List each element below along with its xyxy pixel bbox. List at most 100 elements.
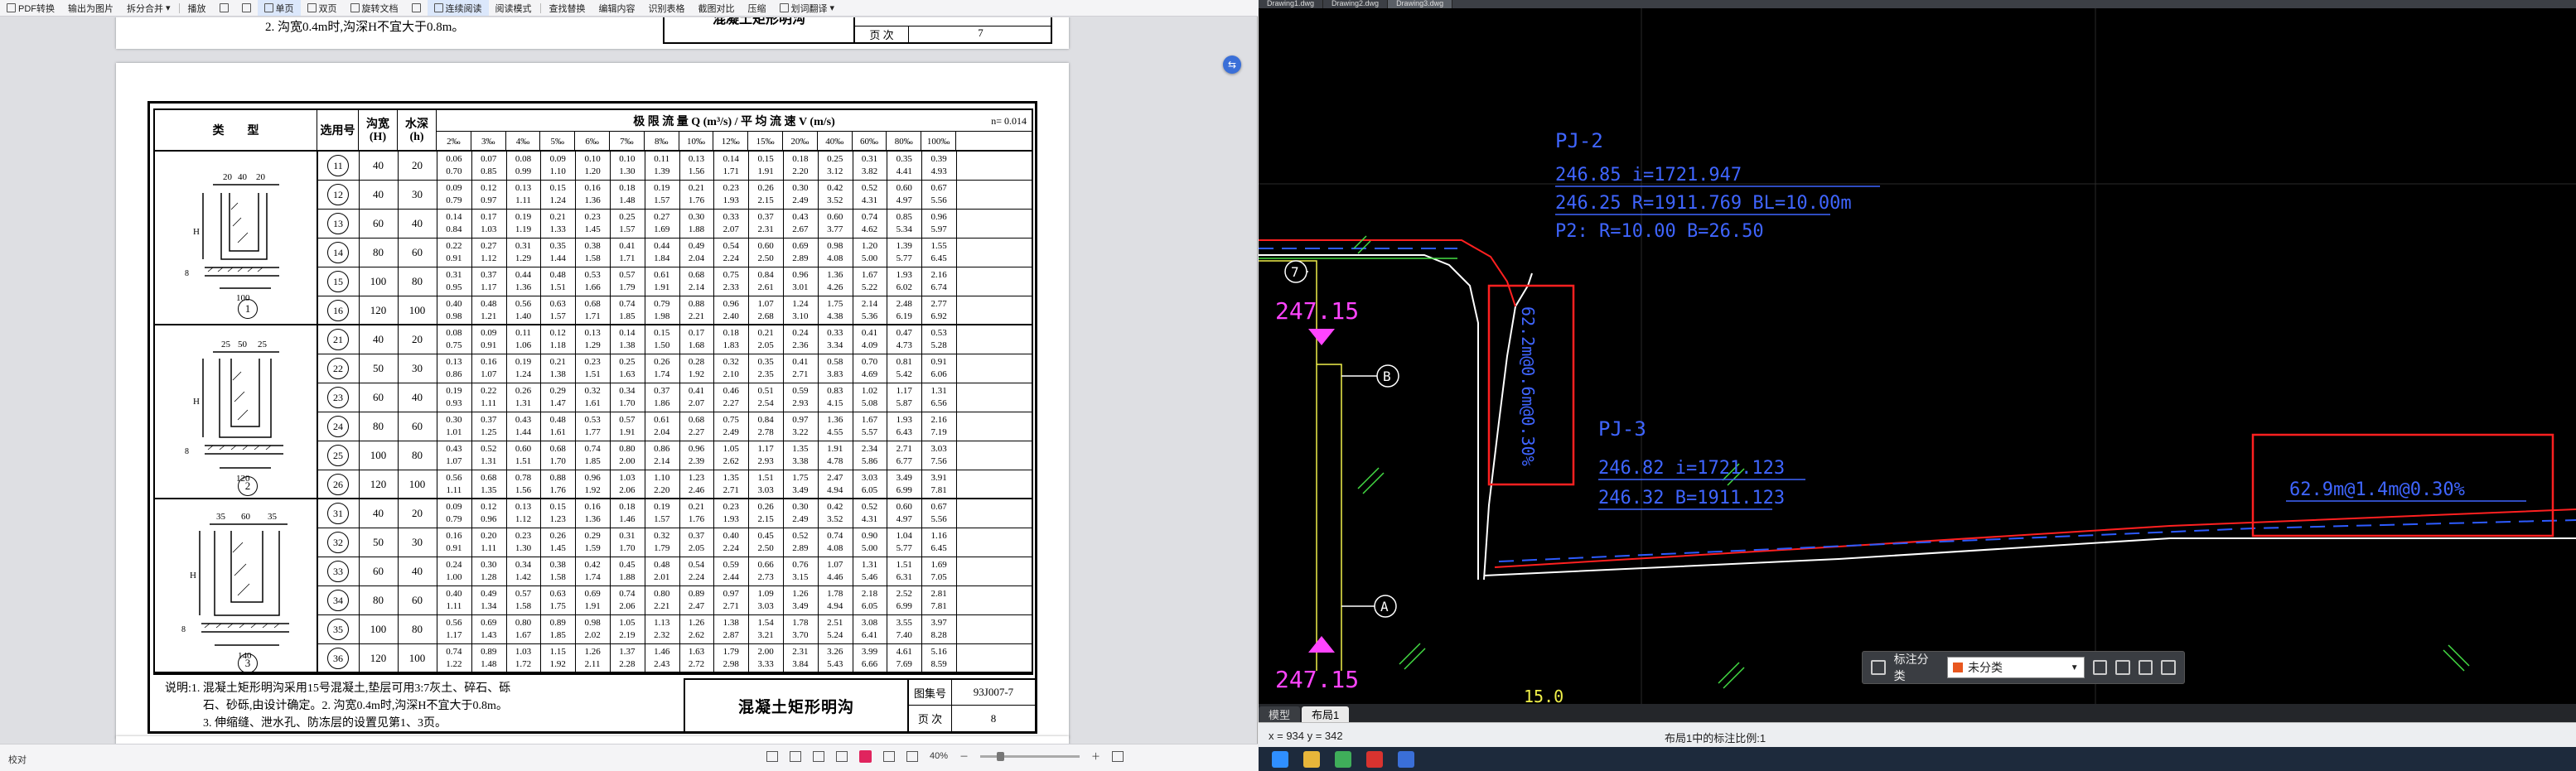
cad-drawing-canvas[interactable]: 7 B A 247.15 247.15 PJ-2 246.85 i=1721.9… xyxy=(1259,8,2576,704)
cad-tab[interactable]: Drawing2.dwg xyxy=(1323,0,1389,8)
flow-value-cell: 0.13 1.12 xyxy=(506,499,541,528)
flow-value-cell: 0.09 1.10 xyxy=(540,152,575,180)
axis-label-b: B xyxy=(1383,369,1391,384)
flow-q: 0.32 xyxy=(723,357,739,367)
flow-q: 0.60 xyxy=(896,502,912,512)
pdf-app-icon[interactable] xyxy=(1398,750,1414,768)
dim-label: 35 xyxy=(216,512,226,522)
flow-q: 0.15 xyxy=(654,328,670,338)
flow-value-cell: 0.25 3.12 xyxy=(818,152,853,180)
flow-v: 1.11 xyxy=(481,543,497,553)
pdf-document-area[interactable]: 2. 沟宽0.4m时,沟深H不宜大于0.8m。 混凝土矩形明沟 页 次 7 类 … xyxy=(0,17,1258,744)
tab-layout1[interactable]: 布局1 xyxy=(1302,706,1350,722)
flow-value-cell: 2.77 6.92 xyxy=(921,296,956,325)
flow-q: 0.38 xyxy=(549,560,566,570)
flow-v: 5.87 xyxy=(896,398,912,408)
flow-v: 5.28 xyxy=(930,340,947,350)
flow-q: 0.97 xyxy=(723,589,739,599)
expand-icon[interactable] xyxy=(1112,750,1124,762)
flow-v: 0.99 xyxy=(515,166,532,176)
flow-q: 0.53 xyxy=(584,415,601,425)
flow-value-cell: 0.21 1.76 xyxy=(679,181,714,209)
compress-button[interactable]: 压缩 xyxy=(742,0,773,16)
file-explorer-icon[interactable] xyxy=(1303,750,1320,768)
rotate-doc-button[interactable]: 旋转文档 xyxy=(344,0,405,16)
bottom-dimension: 15.0 xyxy=(1524,687,1563,704)
flow-v: 1.57 xyxy=(654,514,670,524)
fullscreen-icon[interactable] xyxy=(906,750,918,762)
fit-page-icon[interactable] xyxy=(883,750,895,762)
flow-q: 1.03 xyxy=(619,473,636,483)
export-image-button[interactable]: 输出为图片 xyxy=(61,0,120,16)
annotation-category-select[interactable]: 未分类 ▼ xyxy=(1947,657,2085,678)
continuous-view-icon[interactable] xyxy=(836,750,848,762)
paste-icon[interactable] xyxy=(2161,660,2177,675)
pdf-convert-button[interactable]: PDF转换 xyxy=(0,0,61,16)
flow-value-cell: 1.05 2.19 xyxy=(610,615,645,643)
double-page-view-icon[interactable] xyxy=(813,750,824,762)
swap-view-button[interactable]: ⇆ xyxy=(1223,55,1241,74)
fit-page-button[interactable] xyxy=(235,0,258,16)
flow-value-cell: 0.30 1.88 xyxy=(679,210,714,238)
cad-tab-active[interactable]: Drawing3.dwg xyxy=(1388,0,1453,8)
split-merge-button[interactable]: 拆分合并 ▾ xyxy=(120,0,177,16)
screenshot-compare-button[interactable]: 截图对比 xyxy=(692,0,742,16)
grid-view-button[interactable] xyxy=(405,0,428,16)
flow-value-cell: 0.35 2.35 xyxy=(748,354,783,383)
flow-v: 2.93 xyxy=(792,398,809,408)
single-page-button[interactable]: 单页 xyxy=(257,0,301,16)
flow-q: 0.88 xyxy=(688,299,705,309)
flow-value-cell: 0.60 4.97 xyxy=(887,181,921,209)
flow-q: 0.45 xyxy=(619,560,636,570)
flow-value-cell: 0.57 1.91 xyxy=(610,412,645,441)
flow-q: 0.46 xyxy=(723,386,739,396)
double-page-button[interactable]: 双页 xyxy=(301,0,344,16)
status-proofread[interactable]: 校对 xyxy=(8,753,27,766)
read-mode-button[interactable]: 阅读模式 xyxy=(489,0,539,16)
cad-app-icon[interactable] xyxy=(1366,750,1383,768)
flow-q: 0.84 xyxy=(757,270,774,280)
flow-v: 3.03 xyxy=(757,485,774,495)
flow-q: 3.55 xyxy=(896,618,912,628)
drawing-notes: 说明:1. 混凝土矩形明沟采用15号混凝土,垫层可用3:7灰土、碎石、砾 石、砂… xyxy=(153,678,684,731)
flow-v: 1.76 xyxy=(688,195,705,205)
flow-v: 1.11 xyxy=(515,195,531,205)
flow-q: 0.74 xyxy=(619,589,636,599)
zoom-slider-thumb[interactable] xyxy=(997,751,1005,761)
zoom-level[interactable]: 40% xyxy=(930,751,948,761)
depth-cell: 30 xyxy=(412,362,423,374)
flow-q: 0.35 xyxy=(896,154,912,164)
tab-model[interactable]: 模型 xyxy=(1259,706,1301,722)
cad-status-bar: x = 934 y = 342 布局1中的标注比例:1 xyxy=(1259,722,2576,747)
zoom-slider[interactable] xyxy=(980,751,1080,761)
os-taskbar xyxy=(1259,747,2576,771)
edit-content-button[interactable]: 编辑内容 xyxy=(592,0,642,16)
zoom-out-icon[interactable]: － xyxy=(959,749,969,763)
windows-start-icon[interactable] xyxy=(1272,750,1288,768)
flow-v: 6.05 xyxy=(861,601,878,611)
flow-v: 0.98 xyxy=(446,311,462,321)
browser-icon[interactable] xyxy=(1335,750,1351,768)
zoom-in-icon[interactable]: ＋ xyxy=(1091,749,1100,763)
single-page-view-icon[interactable] xyxy=(790,750,801,762)
play-icon[interactable] xyxy=(859,749,872,763)
eye-icon[interactable] xyxy=(766,750,778,762)
fit-width-button[interactable] xyxy=(213,0,235,16)
flow-value-cell: 0.32 2.10 xyxy=(713,354,748,383)
category-grid-icon[interactable] xyxy=(1871,660,1886,675)
flow-q: 0.31 xyxy=(619,531,636,541)
cad-tab[interactable]: Drawing1.dwg xyxy=(1259,0,1324,8)
edit-icon[interactable] xyxy=(2092,660,2108,675)
find-replace-button[interactable]: 查找替换 xyxy=(543,0,592,16)
flow-value-cell: 0.32 1.79 xyxy=(645,528,679,557)
copy-icon[interactable] xyxy=(2138,660,2153,675)
play-button[interactable]: 播放 xyxy=(181,0,213,16)
flow-q: 1.78 xyxy=(827,589,843,599)
move-icon[interactable] xyxy=(2115,660,2130,675)
flow-v: 1.92 xyxy=(688,369,705,379)
continuous-read-button[interactable]: 连续阅读 xyxy=(427,0,489,16)
translate-button[interactable]: 划词翻译 ▾ xyxy=(773,0,842,16)
flow-q: 0.48 xyxy=(549,270,566,280)
recognize-table-button[interactable]: 识别表格 xyxy=(642,0,692,16)
code-cell: 24 xyxy=(317,412,359,441)
